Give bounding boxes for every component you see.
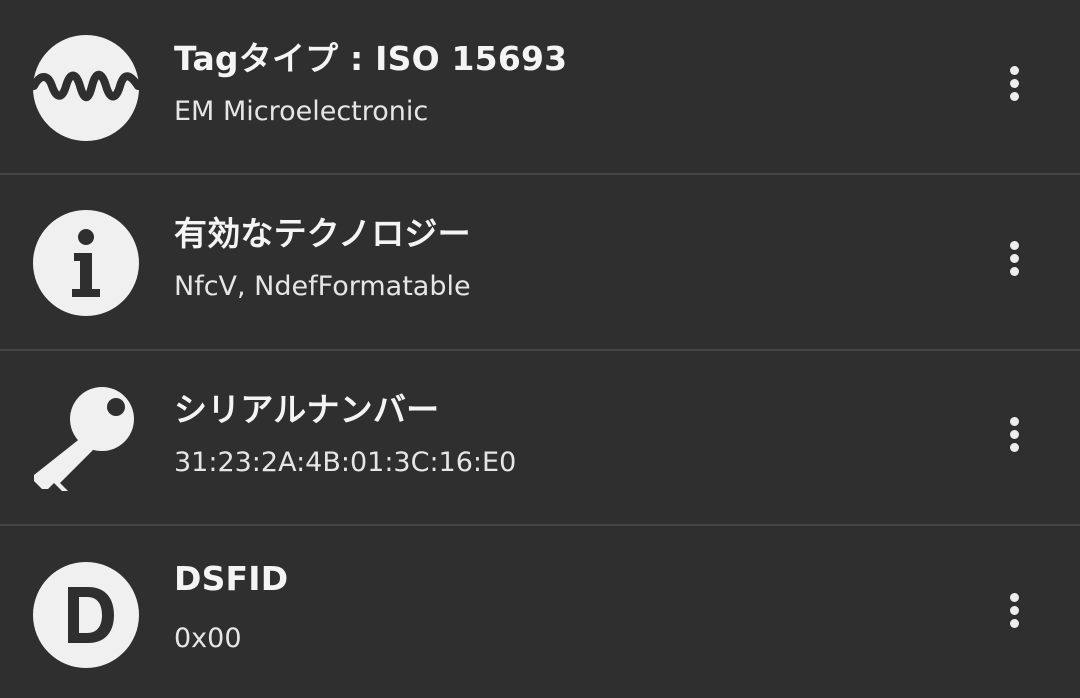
serial-number-title: シリアルナンバー bbox=[174, 390, 440, 429]
list-item-tag-type[interactable]: Tagタイプ : ISO 15693 EM Microelectronic bbox=[0, 0, 1080, 174]
info-icon bbox=[32, 209, 140, 317]
waveform-icon bbox=[32, 34, 140, 142]
key-icon bbox=[32, 385, 140, 493]
letter-d-icon bbox=[32, 561, 140, 669]
more-vert-icon[interactable] bbox=[994, 413, 1034, 461]
dsfid-value: 0x00 bbox=[174, 623, 242, 654]
list-item-serial-number[interactable]: シリアルナンバー 31:23:2A:4B:01:3C:16:E0 bbox=[0, 351, 1080, 525]
divider bbox=[0, 524, 1080, 526]
tag-type-value: EM Microelectronic bbox=[174, 96, 429, 127]
more-vert-icon[interactable] bbox=[994, 237, 1034, 285]
tag-type-title: Tagタイプ : ISO 15693 bbox=[174, 39, 568, 78]
serial-number-value: 31:23:2A:4B:01:3C:16:E0 bbox=[174, 447, 517, 478]
list-item-dsfid[interactable]: DSFID 0x00 bbox=[0, 527, 1080, 698]
list-item-technologies[interactable]: 有効なテクノロジー NfcV, NdefFormatable bbox=[0, 175, 1080, 349]
technologies-value: NfcV, NdefFormatable bbox=[174, 271, 471, 302]
more-vert-icon[interactable] bbox=[994, 62, 1034, 110]
tag-info-list: Tagタイプ : ISO 15693 EM Microelectronic 有効… bbox=[0, 0, 1080, 698]
dsfid-title: DSFID bbox=[174, 559, 289, 598]
technologies-title: 有効なテクノロジー bbox=[174, 214, 471, 253]
more-vert-icon[interactable] bbox=[994, 589, 1034, 637]
